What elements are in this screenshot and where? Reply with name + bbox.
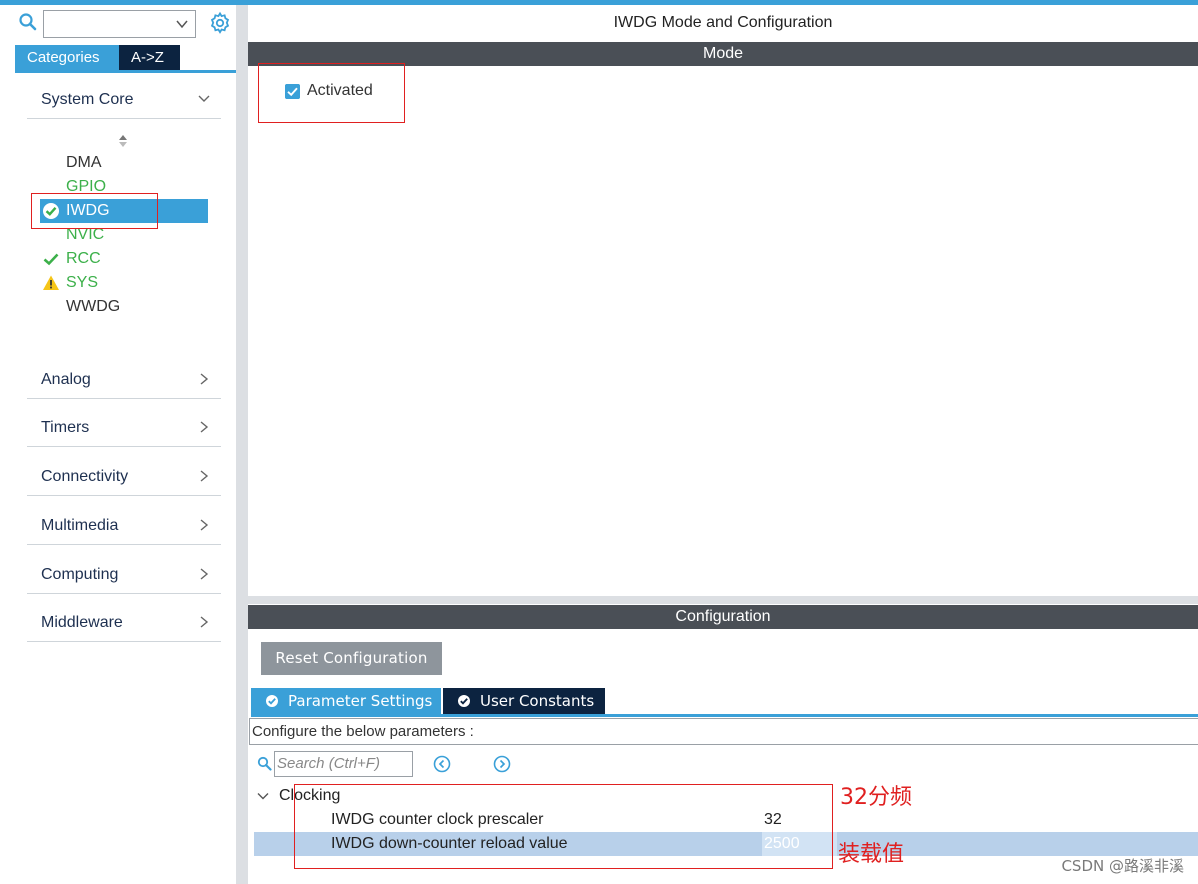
gear-icon[interactable] — [208, 11, 232, 35]
sidebar-item-label: WWDG — [66, 298, 121, 315]
annotation-box-activated — [258, 63, 405, 123]
category-connectivity[interactable]: Connectivity — [27, 458, 221, 496]
section-splitter[interactable] — [248, 596, 1198, 604]
category-timers[interactable]: Timers — [27, 409, 221, 447]
category-middleware[interactable]: Middleware — [27, 604, 221, 642]
mode-configuration-panel: IWDG Mode and Configuration Mode Activat… — [248, 5, 1198, 884]
tab-user-constants[interactable]: User Constants — [443, 688, 605, 714]
next-match-icon[interactable] — [493, 755, 511, 773]
configuration-section-header: Configuration — [248, 605, 1198, 629]
tab-parameter-settings[interactable]: Parameter Settings — [251, 688, 441, 714]
previous-match-icon[interactable] — [433, 755, 451, 773]
sidebar-item-label: DMA — [66, 154, 102, 171]
chevron-right-icon — [200, 373, 209, 385]
category-multimedia[interactable]: Multimedia — [27, 507, 221, 545]
check-circle-icon — [458, 695, 470, 707]
category-analog[interactable]: Analog — [27, 361, 221, 399]
chevron-down-icon — [198, 95, 210, 102]
chevron-right-icon — [200, 616, 209, 628]
tab-underline — [251, 714, 1198, 717]
chevron-down-icon[interactable] — [175, 17, 189, 31]
category-label: Connectivity — [41, 468, 129, 485]
category-tabs: Categories A->Z — [15, 45, 236, 73]
category-label: Analog — [41, 371, 91, 388]
tab-a-to-z[interactable]: A->Z — [119, 45, 180, 70]
annotation-box-iwdg — [31, 193, 158, 229]
annotation-prescaler-note: 32分频 — [840, 785, 912, 810]
sidebar-item-sys[interactable]: SYS — [40, 271, 208, 295]
category-computing[interactable]: Computing — [27, 556, 221, 594]
page-title: IWDG Mode and Configuration — [613, 14, 833, 31]
warning-icon — [43, 275, 59, 290]
sidebar-item-label: SYS — [66, 274, 99, 291]
annotation-reload-note: 装载值 — [838, 842, 905, 867]
tab-label: Parameter Settings — [288, 692, 433, 710]
sidebar-item-dma[interactable]: DMA — [40, 151, 208, 175]
annotation-box-params — [294, 784, 833, 869]
category-label: Middleware — [41, 614, 123, 631]
sidebar-item-rcc[interactable]: RCC — [40, 247, 208, 271]
chevron-right-icon — [200, 519, 209, 531]
sort-icon[interactable] — [118, 134, 128, 148]
panel-splitter[interactable] — [236, 5, 248, 884]
search-icon — [257, 756, 272, 771]
sidebar-item-wwdg[interactable]: WWDG — [40, 295, 208, 319]
tab-label: User Constants — [480, 692, 595, 710]
category-system-core[interactable]: System Core — [27, 81, 221, 119]
tab-categories[interactable]: Categories — [15, 45, 119, 70]
category-label: Computing — [41, 566, 119, 583]
category-label: Timers — [41, 419, 90, 436]
search-combo-input[interactable] — [43, 10, 196, 38]
chevron-right-icon — [200, 568, 209, 580]
sidebar-item-label: RCC — [66, 250, 101, 267]
chevron-right-icon — [200, 470, 209, 482]
category-label: Multimedia — [41, 517, 119, 534]
check-circle-icon — [266, 695, 278, 707]
search-icon — [19, 13, 37, 31]
reset-configuration-button[interactable]: Reset Configuration — [261, 642, 442, 675]
chevron-right-icon — [200, 421, 209, 433]
watermark: CSDN @路溪非溪 — [1061, 857, 1184, 875]
check-icon — [43, 253, 59, 266]
parameter-search-input[interactable]: Search (Ctrl+F) — [274, 751, 413, 777]
category-label: System Core — [41, 91, 134, 108]
configure-description: Configure the below parameters : — [249, 718, 1198, 745]
left-panel: Categories A->Z System Core DMA GPIO IWD… — [0, 5, 236, 884]
chevron-down-icon[interactable] — [256, 789, 270, 803]
search-row — [0, 5, 236, 41]
